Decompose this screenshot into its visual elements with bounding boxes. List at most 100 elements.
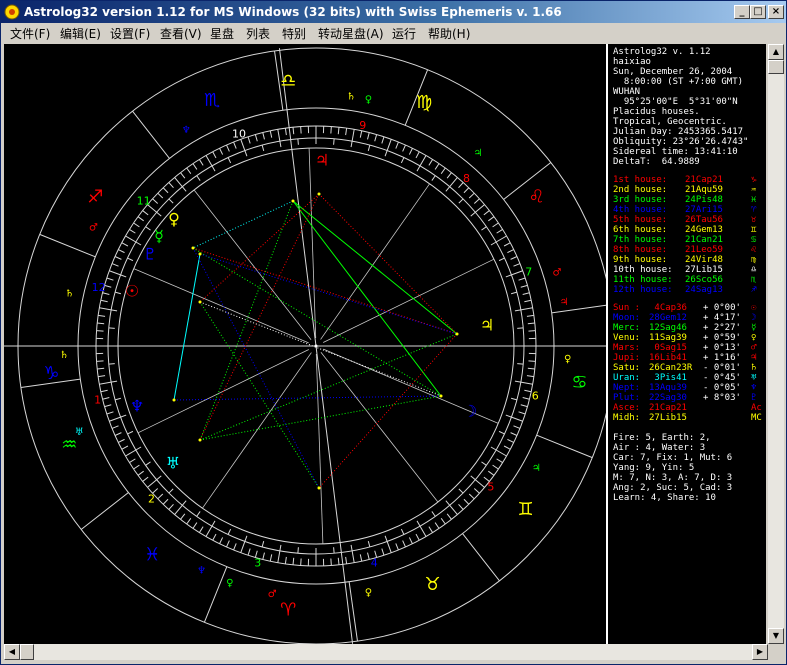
degree-tick (111, 380, 118, 383)
menu-help[interactable]: 帮助(H) (428, 25, 470, 42)
planet-point (291, 199, 295, 203)
aspect-line (199, 301, 320, 489)
degree-tick (415, 533, 420, 541)
scroll-right-button[interactable]: ▶ (752, 644, 768, 660)
sign-boundary-line (536, 434, 593, 459)
app-icon (4, 4, 20, 20)
house-cusp-line (323, 258, 495, 343)
degree-tick (333, 547, 335, 554)
degree-tick (108, 327, 115, 329)
menu-special[interactable]: 特别 (282, 25, 306, 42)
menu-view[interactable]: 查看(V) (160, 25, 202, 42)
planet-glyph-icon: ☽ (751, 313, 757, 323)
planet-latitude: + 0°59' (703, 333, 741, 343)
dignity-glyph-icon: ♂ (553, 267, 562, 278)
planet-latitude: + 4°17' (703, 313, 741, 323)
sign-glyph-icon: ♊ (751, 225, 757, 235)
degree-tick (168, 198, 174, 204)
sign-boundary-line (39, 233, 96, 258)
wheel-center-point (314, 344, 318, 348)
planet-glyph-icon: Ac (751, 403, 762, 413)
planet-glyph-icon: MC (751, 413, 762, 423)
size-grip[interactable] (768, 644, 784, 660)
house-value: 27Lib15 (685, 265, 723, 275)
degree-tick (511, 416, 523, 422)
menu-chart[interactable]: 星盘 (210, 25, 234, 42)
menu-list[interactable]: 列表 (246, 25, 270, 42)
planet-label: Uran: (613, 373, 641, 383)
house-label: 11th house: (613, 275, 673, 285)
degree-tick (174, 505, 183, 515)
degree-tick (498, 430, 505, 435)
menu-animate[interactable]: 转动星盘(A) (318, 25, 384, 42)
degree-tick (463, 498, 470, 505)
scroll-up-button[interactable]: ▲ (768, 44, 784, 60)
sign-glyph-icon: ♒ (751, 185, 757, 195)
degree-tick (247, 548, 251, 556)
planet-glyph-icon: ♆ (751, 383, 757, 393)
degree-tick (458, 198, 464, 204)
menu-file[interactable]: 文件(F) (10, 25, 50, 42)
planet-position: 27Lib15 (649, 413, 687, 423)
degree-tick (496, 458, 503, 464)
vertical-scrollbar[interactable]: ▲ ▼ (768, 44, 784, 644)
title-bar[interactable]: Astrolog32 version 1.12 for MS Windows (… (1, 1, 786, 23)
house-cusp-line (315, 353, 324, 544)
minimize-button[interactable]: _ (734, 5, 750, 19)
horizontal-scrollbar[interactable]: ◀ ▶ (4, 644, 768, 660)
close-button[interactable]: × (768, 5, 784, 19)
degree-tick (333, 138, 335, 145)
degree-tick (440, 167, 446, 174)
scroll-down-button[interactable]: ▼ (768, 628, 784, 644)
house-value: 26Tau56 (685, 215, 723, 225)
degree-tick (99, 381, 112, 385)
degree-tick (400, 528, 405, 535)
degree-tick (137, 216, 144, 222)
menu-run[interactable]: 运行 (392, 25, 416, 42)
planet-glyph-icon: ♃ (751, 353, 757, 363)
house-label: 10th house: (613, 265, 673, 275)
degree-tick (517, 363, 524, 365)
degree-tick (351, 129, 355, 142)
hscroll-thumb[interactable] (20, 644, 34, 660)
degree-tick (350, 544, 353, 551)
degree-tick (142, 476, 149, 482)
degree-tick (125, 449, 137, 457)
degree-tick (284, 128, 287, 136)
menu-settings[interactable]: 设置(F) (110, 25, 150, 42)
scroll-left-button[interactable]: ◀ (4, 644, 20, 660)
degree-tick (186, 518, 192, 525)
degree-tick (137, 470, 144, 476)
degree-tick (211, 520, 216, 527)
house-number-label: 1 (94, 393, 101, 406)
house-label: 8th house: (613, 245, 668, 255)
planet-latitude: + 1°16' (703, 353, 741, 363)
degree-tick (386, 541, 392, 553)
planet-position: 22Sag30 (649, 393, 687, 403)
degree-tick (384, 150, 388, 157)
chart-wheel-area[interactable]: ♑ ♐ ♏ ♎ ♍ ♌ ♋ ♊ ♉ ♈ ♓ ♒ ♂ ♄ ♃ ♀ ♆ ♀ ♂ ♀ ♅ ♄ ♆ ♄ ♃ ♂ ♀ ♃ 1 2 3 4 5 6 7 8 9 10 1… (4, 44, 606, 644)
info-header-line: 95°25'00"E 5°31'00"N (613, 97, 738, 107)
degree-tick (345, 556, 348, 564)
degree-tick (145, 461, 151, 466)
scroll-thumb[interactable] (768, 60, 784, 74)
degree-tick (226, 144, 230, 152)
degree-tick (212, 533, 217, 541)
degree-tick (97, 322, 105, 325)
house-value: 24Sag13 (685, 285, 723, 295)
house-number-label: 8 (463, 172, 470, 185)
maximize-button[interactable]: □ (750, 5, 766, 19)
element-stat-line: Ang: 2, Suc: 5, Cad: 3 (613, 483, 733, 493)
degree-tick (402, 144, 406, 152)
degree-tick (127, 257, 134, 262)
menu-edit[interactable]: 编辑(E) (60, 25, 101, 42)
planet-glyph-icon: ♄ (751, 363, 757, 373)
aspect-line (173, 253, 201, 401)
degree-tick (524, 389, 532, 393)
zodiac-sign-icon: ♓ (144, 545, 160, 566)
info-header-line: Sun, December 26, 2004 (613, 67, 733, 77)
degree-tick (129, 458, 136, 464)
degree-tick (431, 175, 436, 181)
element-stat-line: M: 7, N: 3, A: 7, D: 3 (613, 473, 733, 483)
planet-glyph-icon: ♆ (130, 397, 144, 416)
